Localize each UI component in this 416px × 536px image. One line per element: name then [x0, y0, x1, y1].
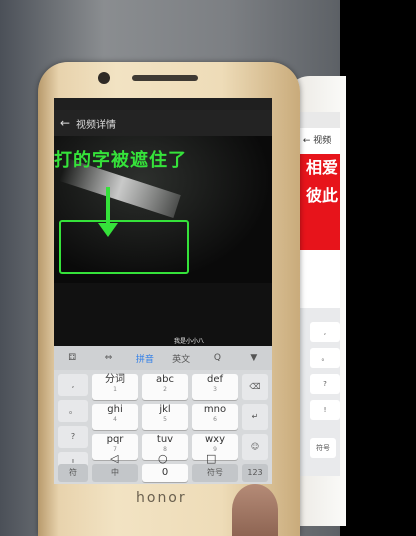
- english-tab[interactable]: 英文: [163, 352, 199, 365]
- collapse-keyboard-icon[interactable]: ▼: [236, 353, 272, 363]
- annotation-highlight-box: [59, 220, 189, 274]
- status-bar: [54, 98, 272, 110]
- key-sub: 1: [113, 386, 117, 393]
- space-key[interactable]: 0: [142, 464, 188, 482]
- earpiece-speaker: [132, 75, 198, 81]
- right-keyboard: , 。 ? ! 符号: [300, 308, 340, 476]
- cursor-move-icon[interactable]: ⇔: [90, 353, 126, 363]
- key-jkl[interactable]: jkl 5: [142, 404, 188, 430]
- emoji-icon[interactable]: ☺: [242, 434, 268, 460]
- punct-key[interactable]: ,: [58, 374, 88, 396]
- finger: [232, 484, 278, 536]
- key-sub: 5: [163, 416, 167, 423]
- keyboard: , 。 ? ! 分词 1 abc 2 def 3 ghi 4 jkl 5 mno 6 pqr…: [54, 370, 272, 484]
- key-label: 分词: [105, 374, 125, 385]
- key-label: jkl: [159, 404, 171, 415]
- key-label: abc: [156, 374, 174, 385]
- number-key[interactable]: 123: [242, 464, 268, 482]
- symbol-left-key[interactable]: 符: [58, 464, 88, 482]
- comment-input-text[interactable]: 我是小小八: [174, 336, 204, 345]
- photo-background: ← 视频 相爱 彼此 , 。 ? ! 符号 ← 视频详情 我是小小八 ⚃ ⇔ 拼…: [0, 0, 416, 536]
- key-label: mno: [203, 404, 227, 415]
- back-icon[interactable]: ←: [300, 136, 313, 146]
- key-def[interactable]: def 3: [192, 374, 238, 400]
- grid-icon[interactable]: ⚃: [54, 353, 90, 363]
- right-status-bar: [300, 112, 340, 128]
- app-bar: ← 视频详情: [54, 110, 272, 136]
- punct-key[interactable]: 。: [58, 400, 88, 422]
- black-side-bar: [340, 0, 416, 536]
- right-key[interactable]: !: [310, 400, 340, 420]
- right-title: 视频: [313, 136, 332, 146]
- right-symbol-key[interactable]: 符号: [310, 438, 336, 458]
- right-video-text-2: 彼此: [306, 186, 339, 205]
- recents-nav-icon[interactable]: □: [206, 452, 216, 465]
- key-sub: 2: [163, 386, 167, 393]
- key-sub: 6: [213, 416, 217, 423]
- key-sub: 4: [113, 416, 117, 423]
- brand-logo: honor: [136, 490, 187, 506]
- right-key[interactable]: 。: [310, 348, 340, 368]
- back-nav-icon[interactable]: ◁: [110, 452, 118, 465]
- search-icon[interactable]: Q: [199, 353, 235, 363]
- punct-key[interactable]: ?: [58, 426, 88, 448]
- front-camera: [98, 72, 110, 84]
- home-nav-icon[interactable]: ○: [158, 452, 168, 465]
- key-label: wxy: [204, 434, 225, 445]
- annotation-text: 打的字被遮住了: [54, 150, 187, 171]
- right-phone-screen: ← 视频 相爱 彼此 , 。 ? ! 符号: [300, 112, 340, 476]
- right-video[interactable]: 相爱 彼此: [300, 154, 340, 250]
- right-video-text-1: 相爱: [306, 158, 339, 177]
- key-sub: 3: [213, 386, 217, 393]
- backspace-icon[interactable]: ⌫: [242, 374, 268, 400]
- key-label: def: [206, 374, 224, 385]
- key-ghi[interactable]: ghi 4: [92, 404, 138, 430]
- pinyin-tab[interactable]: 拼音: [127, 352, 163, 365]
- back-arrow-icon[interactable]: ←: [54, 116, 76, 130]
- key-label: pqr: [106, 434, 124, 445]
- key-label: tuv: [156, 434, 174, 445]
- chinese-key[interactable]: 中: [92, 464, 138, 482]
- right-app-bar: ← 视频: [300, 128, 340, 154]
- symbols-key[interactable]: 符号: [192, 464, 238, 482]
- key-abc[interactable]: abc 2: [142, 374, 188, 400]
- right-key[interactable]: ,: [310, 322, 340, 342]
- right-key[interactable]: ?: [310, 374, 340, 394]
- enter-icon[interactable]: ↵: [242, 404, 268, 430]
- keyboard-toolbar: ⚃ ⇔ 拼音 英文 Q ▼: [54, 346, 272, 370]
- app-bar-title: 视频详情: [76, 119, 116, 131]
- key-label: ghi: [107, 404, 123, 415]
- main-phone-body: ← 视频详情 我是小小八 发布 ⚃ ⇔ 拼音 英文 Q ▼ , 。 ? !: [38, 62, 300, 536]
- key-1[interactable]: 分词 1: [92, 374, 138, 400]
- key-mno[interactable]: mno 6: [192, 404, 238, 430]
